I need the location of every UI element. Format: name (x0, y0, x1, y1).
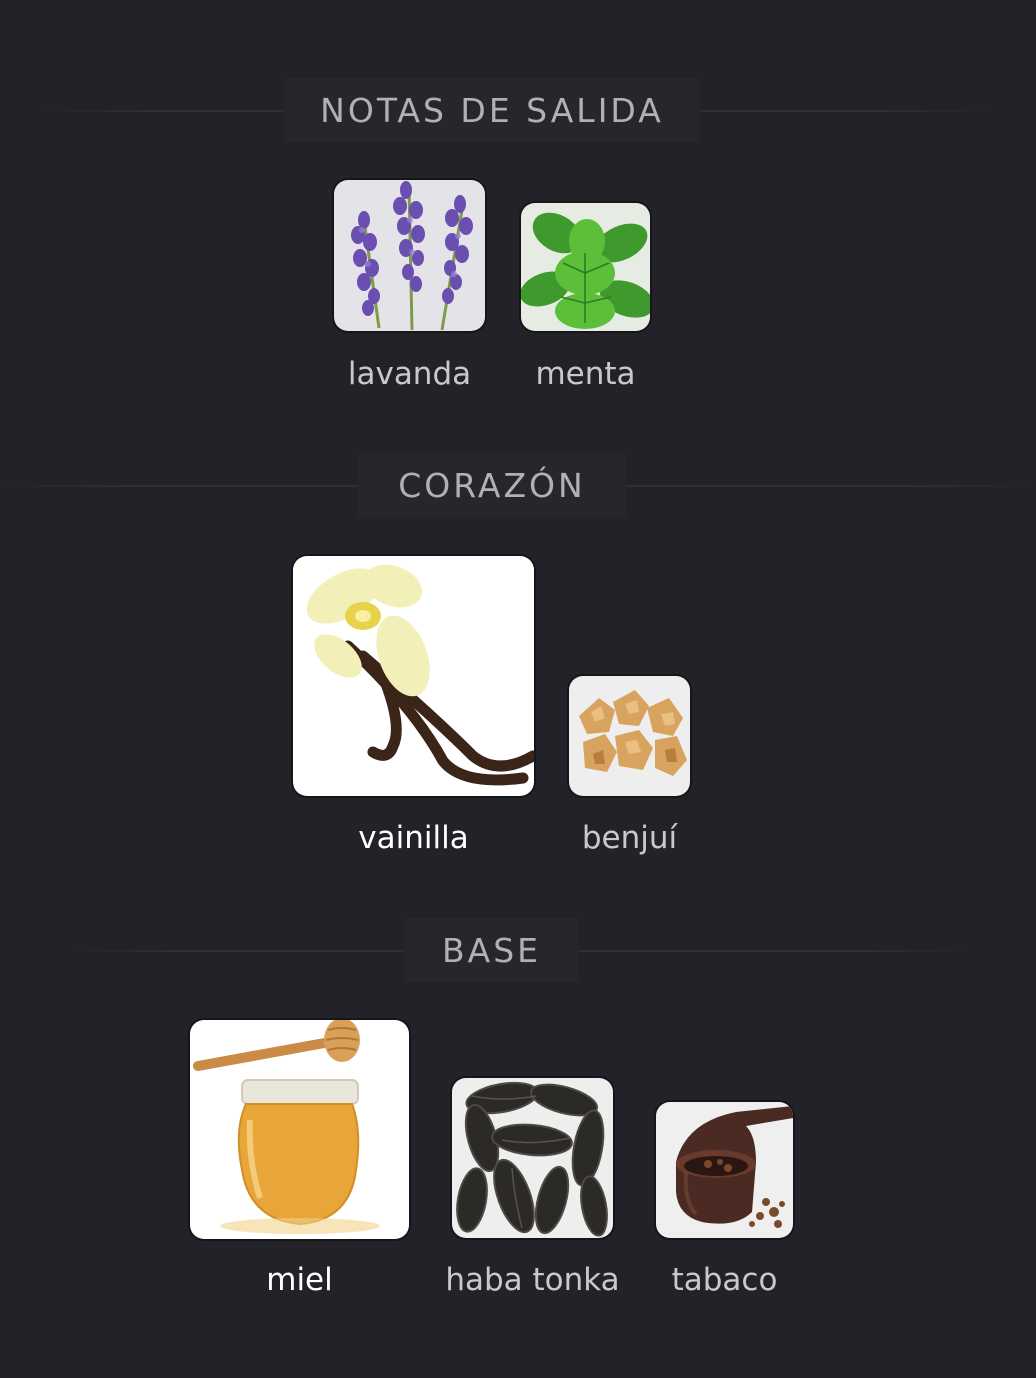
section-title-heart: CORAZÓN (398, 465, 586, 505)
vanilla-image (293, 556, 534, 796)
section-title-base: BASE (441, 930, 541, 970)
section-header-heart: CORAZÓN (0, 453, 1036, 517)
mint-image (521, 203, 650, 331)
note-label: tabaco (671, 1262, 778, 1298)
note-label: benjuí (581, 820, 678, 856)
benzoin-image (569, 676, 690, 796)
section-header-base: BASE (0, 918, 1036, 982)
section-title-top: NOTAS DE SALIDA (320, 90, 664, 130)
honey-image (190, 1020, 409, 1239)
lavender-image (334, 180, 485, 331)
tonka-bean-image (452, 1078, 613, 1238)
note-label: menta (535, 356, 636, 392)
section-header-top: NOTAS DE SALIDA (0, 78, 1036, 142)
tobacco-image (656, 1102, 793, 1238)
